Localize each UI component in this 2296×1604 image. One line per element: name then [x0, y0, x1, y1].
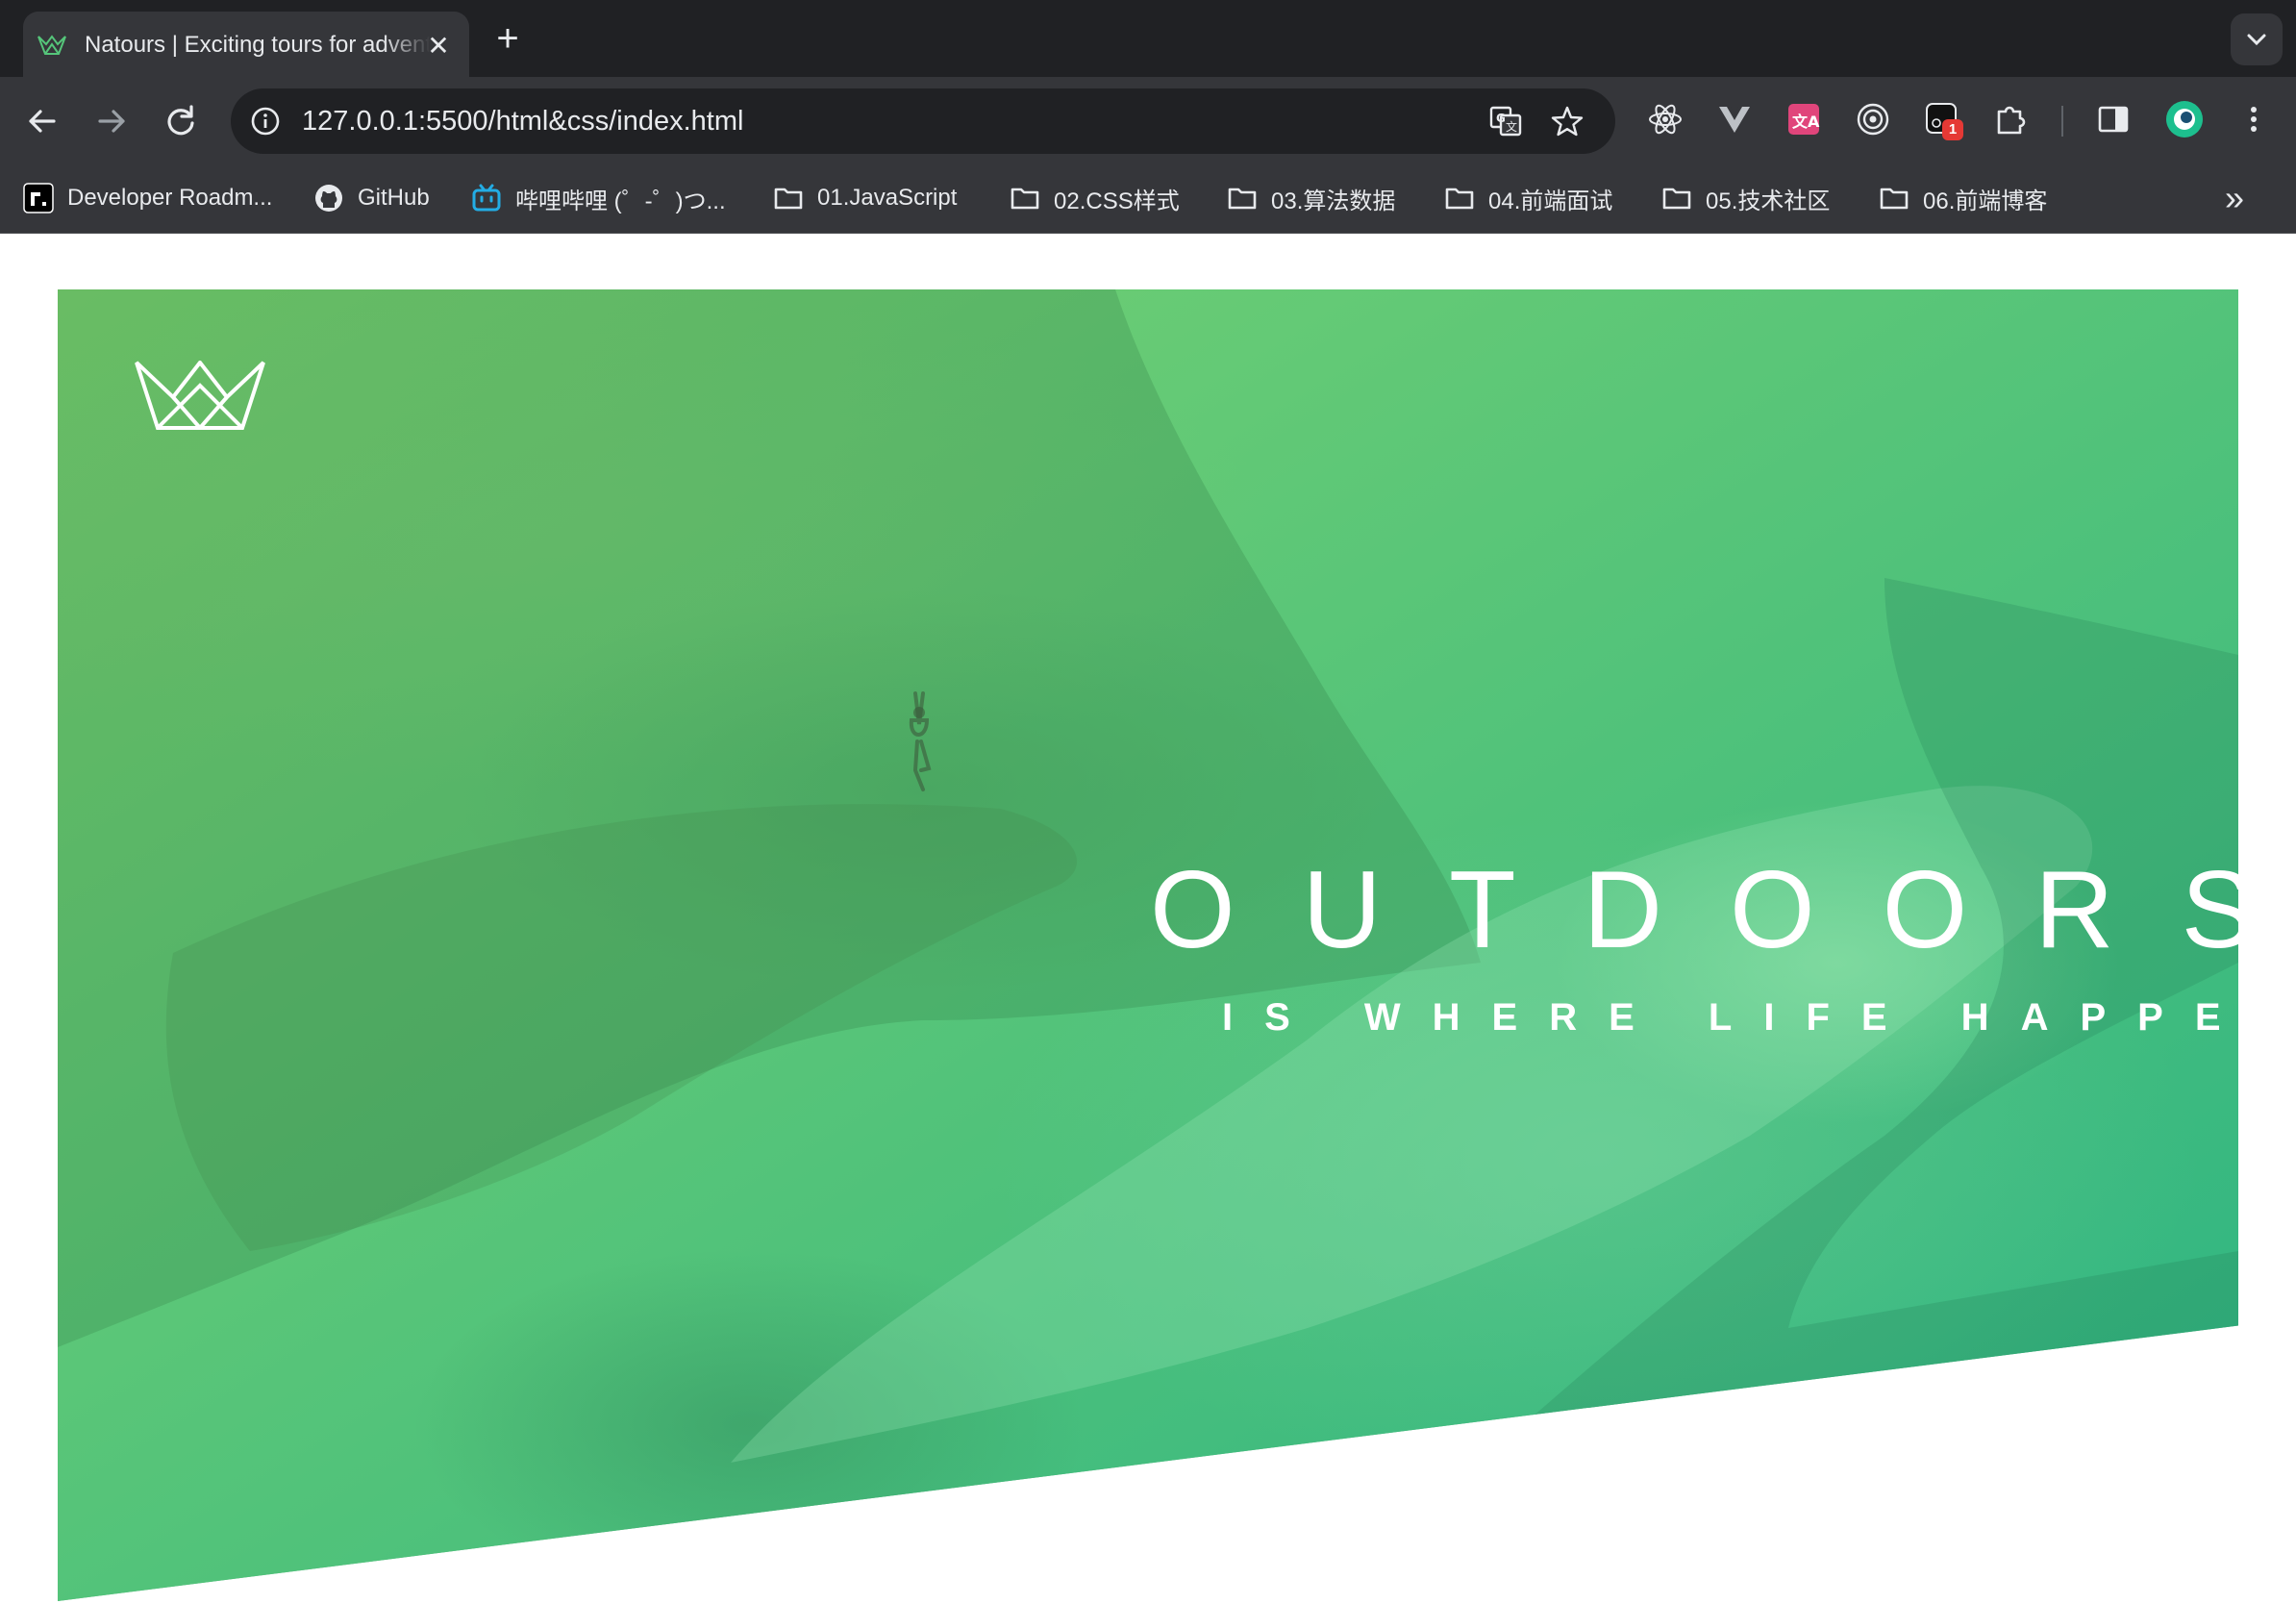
toolbar-divider: [2061, 106, 2063, 137]
svg-text:文A: 文A: [1792, 113, 1820, 131]
tab-search-button[interactable]: [2231, 13, 2283, 65]
heading-primary-main: OUTDOORS: [1150, 849, 2296, 971]
bookmark-folder-css[interactable]: 02.CSS样式: [1010, 179, 1180, 217]
natours-logo-icon: [135, 361, 265, 430]
bookmark-bilibili[interactable]: 哔哩哔哩 (゜-゜)つ...: [471, 179, 726, 217]
bookmark-developer-roadmap[interactable]: Developer Roadm...: [23, 179, 272, 217]
heading-primary-sub: IS WHERE LIFE HAPPENS: [1222, 996, 2296, 1039]
react-devtools-icon[interactable]: [1644, 98, 1686, 140]
folder-icon: [1662, 188, 1691, 210]
bookmark-folder-algorithms[interactable]: 03.算法数据: [1227, 179, 1395, 217]
svg-text:G: G: [1496, 112, 1506, 125]
hero-header: OUTDOORS IS WHERE LIFE HAPPENS: [58, 289, 2238, 1601]
url-text[interactable]: 127.0.0.1:5500/html&css/index.html: [302, 104, 743, 138]
tab-strip: Natours | Exciting tours for adventurous…: [0, 0, 2296, 77]
bookmark-label: Developer Roadm...: [67, 185, 273, 211]
browser-tab[interactable]: Natours | Exciting tours for adventurous…: [23, 12, 469, 77]
bookmark-label: GitHub: [358, 185, 430, 211]
translate-icon[interactable]: G 文: [1488, 104, 1523, 138]
vue-devtools-icon[interactable]: [1713, 98, 1756, 140]
bookmark-github[interactable]: GitHub: [313, 179, 430, 217]
svg-text:文: 文: [1506, 119, 1517, 134]
folder-icon: [1228, 188, 1257, 210]
github-icon: [315, 185, 342, 212]
new-tab-button[interactable]: +: [488, 19, 527, 58]
profile-avatar[interactable]: [2163, 98, 2206, 140]
roadmap-icon: [23, 183, 54, 213]
bookmark-label: 01.JavaScript: [817, 185, 958, 211]
site-info-icon[interactable]: [250, 106, 281, 137]
bookmarks-overflow-icon[interactable]: »: [2215, 181, 2254, 219]
bookmark-star-icon[interactable]: [1550, 104, 1585, 138]
bilibili-icon: [472, 184, 501, 212]
bookmark-folder-javascript[interactable]: 01.JavaScript: [773, 179, 957, 217]
extensions-puzzle-icon[interactable]: [1990, 98, 2033, 140]
folder-icon: [1880, 188, 1909, 210]
forward-icon[interactable]: [88, 98, 135, 144]
natours-favicon-icon: [37, 35, 66, 55]
side-panel-icon[interactable]: [2092, 98, 2134, 140]
bookmark-label: 06.前端博客: [1923, 188, 2048, 214]
reload-icon[interactable]: [158, 98, 204, 144]
folder-icon: [774, 188, 803, 210]
bookmark-label: 哔哩哔哩 (゜-゜)つ...: [515, 188, 726, 214]
more-menu-icon[interactable]: [2233, 98, 2275, 140]
page-viewport: OUTDOORS IS WHERE LIFE HAPPENS: [0, 234, 2296, 1604]
tab-title: Natours | Exciting tours for adventurous…: [85, 32, 431, 58]
bookmarks-bar: Developer Roadm... GitHub 哔哩哔哩 (゜-゜)つ...…: [0, 165, 2296, 234]
bookmark-folder-community[interactable]: 05.技术社区: [1661, 179, 1830, 217]
address-bar[interactable]: 127.0.0.1:5500/html&css/index.html G 文: [231, 88, 1615, 154]
hero-heading: OUTDOORS IS WHERE LIFE HAPPENS: [1150, 843, 2296, 1051]
bookmark-folder-interviews[interactable]: 04.前端面试: [1444, 179, 1612, 217]
bookmark-label: 04.前端面试: [1488, 188, 1613, 214]
extension-badge: 1: [1942, 119, 1963, 140]
bookmark-folder-blogs[interactable]: 06.前端博客: [1879, 179, 2047, 217]
bookmark-label: 02.CSS样式: [1054, 188, 1180, 214]
bookmark-label: 05.技术社区: [1706, 188, 1831, 214]
tab-close-icon[interactable]: ✕: [423, 31, 454, 62]
browser-toolbar: 127.0.0.1:5500/html&css/index.html G 文 文…: [0, 77, 2296, 165]
screen-record-extension[interactable]: 1: [1921, 98, 1963, 140]
bookmark-label: 03.算法数据: [1271, 188, 1396, 214]
translator-extension-icon[interactable]: 文A: [1783, 98, 1825, 140]
back-icon[interactable]: [19, 98, 65, 144]
folder-icon: [1011, 188, 1039, 210]
folder-icon: [1445, 188, 1474, 210]
chevron-down-icon: [2247, 34, 2266, 46]
target-extension-icon[interactable]: [1852, 98, 1894, 140]
